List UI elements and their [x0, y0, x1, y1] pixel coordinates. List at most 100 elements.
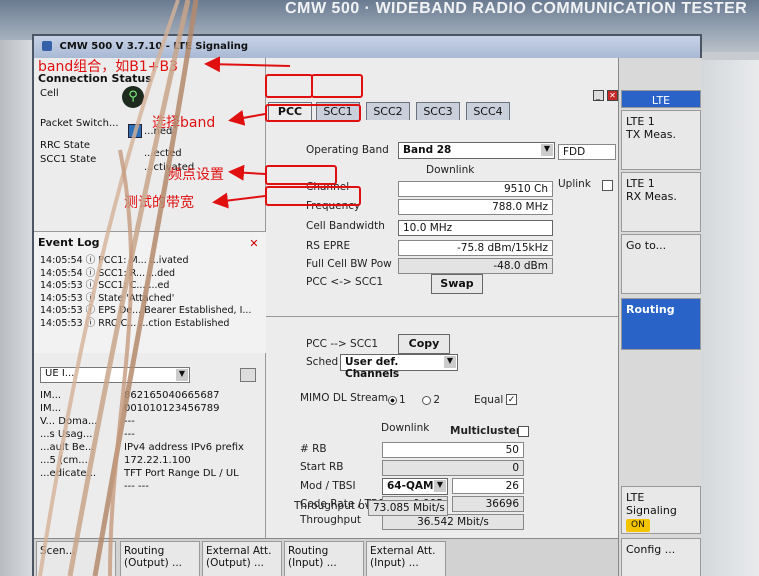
- full-cell-bw-pow-field: -48.0 dBm: [398, 258, 553, 274]
- rrc-state-value: ...ected: [144, 148, 182, 159]
- duplex-mode-field: FDD: [558, 144, 616, 160]
- cell-bandwidth-label: Cell Bandwidth: [306, 220, 385, 232]
- annotation-test-bandwidth: 测试的带宽: [124, 195, 194, 211]
- ue-info-row: IM... 001010123456789: [40, 403, 220, 414]
- main-panel: _ ✕ PCC SCC1 SCC2 SCC3 SCC4 Operating Ba…: [266, 58, 618, 538]
- bottom-key-routing-input[interactable]: Routing (Input) ...: [284, 541, 364, 576]
- ue-info-select[interactable]: UE I... ▼: [40, 367, 190, 383]
- uplink-header: Uplink: [558, 178, 591, 190]
- softkey-lte-signaling[interactable]: LTE Signaling ON: [621, 486, 701, 534]
- mimo-radio-group: 1 2: [388, 394, 440, 406]
- softkey-routing[interactable]: Routing: [621, 298, 701, 350]
- sched-label: Sched: [306, 356, 339, 368]
- mimo-radio-2[interactable]: [422, 395, 432, 405]
- operating-band-select[interactable]: Band 28 ▼: [398, 142, 555, 159]
- full-cell-bw-pow-label: Full Cell BW Pow: [306, 258, 392, 270]
- app-icon: [42, 41, 52, 51]
- highlight-operating-band: [265, 104, 361, 122]
- ue-info-row: --- ---: [124, 481, 149, 492]
- start-rb-field: 0: [382, 460, 524, 476]
- bottom-key-external-att-input[interactable]: External Att. (Input) ...: [366, 541, 446, 576]
- window-titlebar: CMW 500 V 3.7.10 - LTE Signaling: [34, 36, 700, 58]
- highlight-cell-bandwidth: [265, 186, 361, 206]
- window-title: CMW 500 V 3.7.10 - LTE Signaling: [59, 41, 249, 52]
- annotation-band-combo: band组合，如B1+B3: [38, 59, 178, 75]
- packet-switch-label: Packet Switch...: [40, 118, 119, 129]
- event-log: Event Log ✕ 14:05:54 ⓘ PCC1: M... ...iva…: [34, 231, 266, 353]
- tab-scc4[interactable]: SCC4: [466, 102, 510, 120]
- list-item: 14:05:53 ⓘ SCC1: C... ...ed: [40, 280, 170, 290]
- multicluster-checkbox[interactable]: [518, 426, 529, 437]
- tbs-field: 36696: [452, 496, 524, 512]
- annotation-select-band: 选择band: [152, 115, 216, 131]
- tab-scc3[interactable]: SCC3: [416, 102, 460, 120]
- ue-info-row: ...5 (cm... 172.22.1.100: [40, 455, 191, 466]
- divider: [266, 316, 618, 317]
- rb-field[interactable]: 50: [382, 442, 524, 458]
- packet-switch-icon: [128, 124, 142, 138]
- ue-info-row: ...edicate... TFT Port Range DL / UL: [40, 468, 239, 479]
- event-log-heading: Event Log: [38, 236, 100, 249]
- lte-header: LTE: [621, 90, 701, 108]
- rb-label: # RB: [300, 443, 327, 455]
- highlight-frequency: [265, 165, 337, 185]
- event-log-list: 14:05:54 ⓘ PCC1: M... ...ivated 14:05:54…: [34, 252, 266, 327]
- downlink-header: Downlink: [426, 164, 475, 176]
- cell-tower-icon: ⚲: [122, 86, 144, 108]
- chevron-down-icon: ▼: [444, 356, 456, 368]
- softkey-goto[interactable]: Go to...: [621, 234, 701, 294]
- instrument-brand: CMW 500 · WIDEBAND RADIO COMMUNICATION T…: [284, 0, 748, 17]
- mimo-dl-stream-label: MIMO DL Stream: [300, 392, 389, 404]
- instrument-screen: CMW 500 V 3.7.10 - LTE Signaling Connect…: [32, 34, 702, 576]
- ue-info-select-value: UE I...: [45, 368, 75, 379]
- swap-button[interactable]: Swap: [431, 274, 483, 294]
- equal-label: Equal: [474, 394, 504, 406]
- list-item: 14:05:54 ⓘ PCC1: M... ...ivated: [40, 255, 189, 265]
- bottom-key-external-att-output[interactable]: External Att. (Output) ...: [202, 541, 282, 576]
- ue-info-row: V... Doma... ---: [40, 416, 135, 427]
- close-icon[interactable]: ✕: [246, 236, 262, 252]
- status-badge: ON: [626, 519, 650, 532]
- bottom-key-scenario[interactable]: Scen...: [36, 541, 116, 576]
- rs-epre-label: RS EPRE: [306, 240, 351, 252]
- ue-info-row: ...s Usag... ---: [40, 429, 135, 440]
- softkey-panel: LTE LTE 1 TX Meas. LTE 1 RX Meas. Go to.…: [618, 58, 702, 576]
- annotation-frequency-setting: 频点设置: [168, 167, 224, 183]
- chevron-down-icon: ▼: [176, 369, 188, 381]
- softkey-config[interactable]: Config ...: [621, 538, 701, 576]
- bottom-key-routing-output[interactable]: Routing (Output) ...: [120, 541, 200, 576]
- mod-tbsi-label: Mod / TBSI: [300, 480, 356, 492]
- instrument-bezel-left: [0, 40, 32, 576]
- list-item: 14:05:53 ⓘ EPS De... Bearer Established,…: [40, 305, 252, 315]
- softkey-lte1-tx[interactable]: LTE 1 TX Meas.: [621, 110, 701, 170]
- throughput-overall-field: 73.085 Mbit/s: [368, 500, 448, 516]
- softkey-lte1-rx[interactable]: LTE 1 RX Meas.: [621, 172, 701, 232]
- equal-checkbox[interactable]: ✓: [506, 394, 517, 405]
- rrc-state-label: RRC State: [40, 140, 91, 151]
- cell-bandwidth-select[interactable]: 10.0 MHz: [398, 220, 553, 236]
- ue-info-row: IM... 862165040665687: [40, 390, 220, 401]
- ue-info-button[interactable]: [240, 368, 256, 382]
- ue-info-list: IM... 862165040665687 IM... 00101012345678…: [40, 390, 260, 494]
- copy-button[interactable]: Copy: [398, 334, 450, 354]
- rs-epre-field[interactable]: -75.8 dBm/15kHz: [398, 240, 553, 256]
- sched-select[interactable]: User def. Channels ▼: [340, 354, 458, 380]
- pcc-scc-swap-label: PCC <-> SCC1: [306, 276, 384, 288]
- tbsi-field[interactable]: 26: [452, 478, 524, 494]
- modulation-select[interactable]: 64-QAM ▼: [382, 478, 448, 495]
- mimo-radio-1[interactable]: [388, 395, 397, 405]
- cell-label: Cell: [40, 88, 59, 99]
- left-panel: Connection Status Cell ⚲ Packet Switch..…: [34, 58, 266, 538]
- scc1-state-label: SCC1 State: [40, 154, 97, 165]
- uplink-checkbox[interactable]: [602, 180, 613, 191]
- tab-scc2[interactable]: SCC2: [366, 102, 410, 120]
- downlink-header-2: Downlink: [381, 422, 430, 434]
- channel-field[interactable]: 9510 Ch: [398, 181, 553, 197]
- instrument-bezel-right: [699, 60, 759, 576]
- throughput-label: Throughput: [300, 514, 361, 526]
- list-item: 14:05:54 ⓘ SCC1: R... ...ded: [40, 267, 176, 278]
- operating-band-label: Operating Band: [306, 144, 389, 156]
- ue-info-row: ...ault Be... IPv4 address IPv6 prefix: [40, 442, 244, 453]
- bottom-softkey-bar: Scen... Routing (Output) ... External At…: [34, 538, 618, 576]
- frequency-field[interactable]: 788.0 MHz: [398, 199, 553, 215]
